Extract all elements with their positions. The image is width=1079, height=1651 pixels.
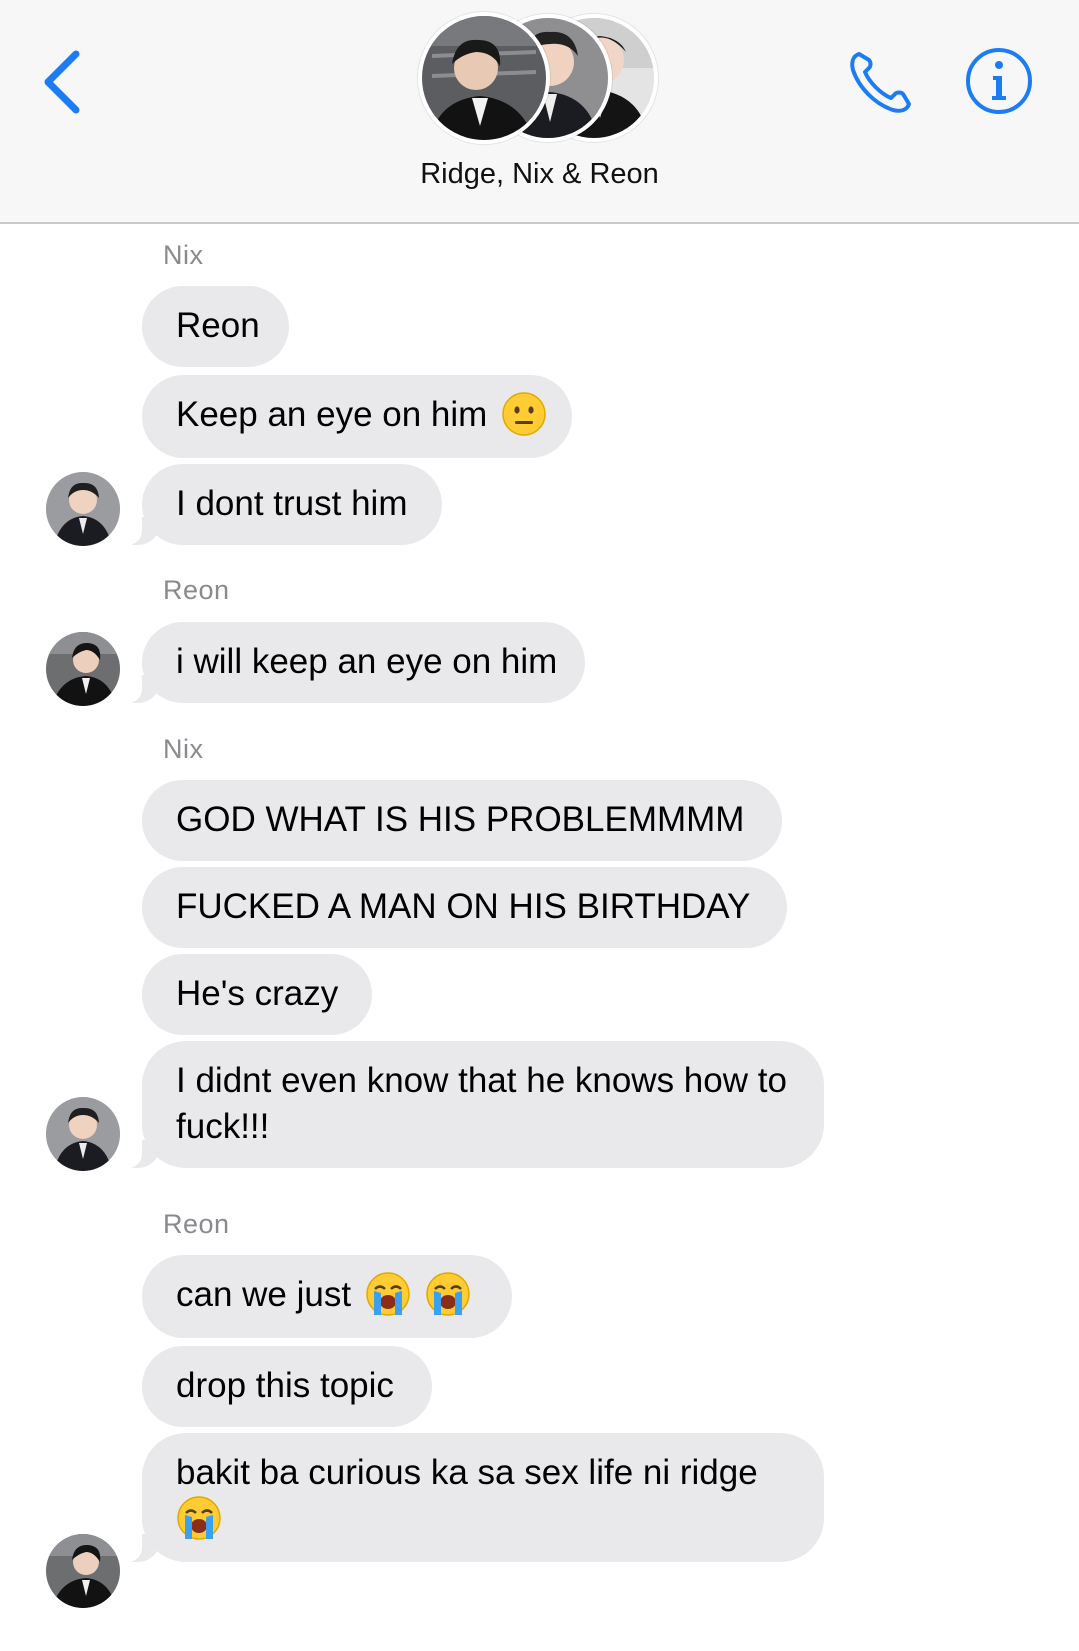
message-text: FUCKED A MAN ON HIS BIRTHDAY — [176, 887, 751, 926]
message-text: I didnt even know that he knows how to f… — [176, 1061, 787, 1146]
message-bubble[interactable]: GOD WHAT IS HIS PROBLEMMMM — [142, 780, 782, 861]
message-text: can we just — [176, 1275, 352, 1314]
message-bubble[interactable]: bakit ba curious ka sa sex life ni ridge — [120, 1433, 824, 1562]
avatar-reon[interactable] — [46, 1534, 120, 1608]
avatar-nix[interactable] — [46, 1097, 120, 1171]
message-bubble[interactable]: Keep an eye on him — [142, 375, 572, 458]
message-text: bakit ba curious ka sa sex life ni ridge — [176, 1453, 758, 1492]
avatar-reon[interactable] — [46, 632, 120, 706]
message-text: i will keep an eye on him — [176, 642, 558, 681]
message-bubble[interactable]: can we just — [142, 1255, 512, 1338]
conversation-header: Ridge, Nix & Reon — [0, 0, 1079, 224]
back-button[interactable] — [36, 40, 96, 120]
loudly-crying-face-emoji-icon — [365, 1271, 411, 1317]
message-text: I dont trust him — [176, 484, 408, 523]
sender-name: Reon — [163, 575, 230, 605]
call-button[interactable] — [845, 46, 917, 118]
sender-name: Reon — [163, 1209, 230, 1239]
phone-icon — [850, 52, 911, 113]
message-bubble[interactable]: i will keep an eye on him — [120, 622, 585, 703]
message-text: GOD WHAT IS HIS PROBLEMMMM — [176, 800, 745, 839]
sender-name: Nix — [163, 734, 204, 764]
avatar-ridge — [418, 12, 550, 144]
loudly-crying-face-emoji-icon — [425, 1271, 471, 1317]
message-text: Keep an eye on him — [176, 395, 488, 434]
message-text: He's crazy — [176, 974, 339, 1013]
message-bubble[interactable]: I dont trust him — [120, 464, 442, 545]
avatar-nix[interactable] — [46, 472, 120, 546]
message-bubble[interactable]: I didnt even know that he knows how to f… — [120, 1041, 824, 1168]
sender-name: Nix — [163, 240, 204, 270]
message-bubble[interactable]: Reon — [142, 286, 289, 367]
neutral-face-emoji-icon — [501, 391, 547, 437]
info-icon — [966, 48, 1032, 114]
message-bubble[interactable]: FUCKED A MAN ON HIS BIRTHDAY — [142, 867, 787, 948]
info-button[interactable] — [964, 46, 1034, 116]
conversation-title[interactable]: Ridge, Nix & Reon — [0, 158, 1079, 191]
chevron-left-icon — [44, 50, 80, 114]
message-text: Reon — [176, 306, 260, 345]
message-bubble[interactable]: He's crazy — [142, 954, 372, 1035]
message-bubble[interactable]: drop this topic — [142, 1346, 432, 1427]
message-text: drop this topic — [176, 1366, 394, 1405]
loudly-crying-face-emoji-icon — [176, 1495, 222, 1541]
group-avatars[interactable] — [410, 10, 670, 150]
